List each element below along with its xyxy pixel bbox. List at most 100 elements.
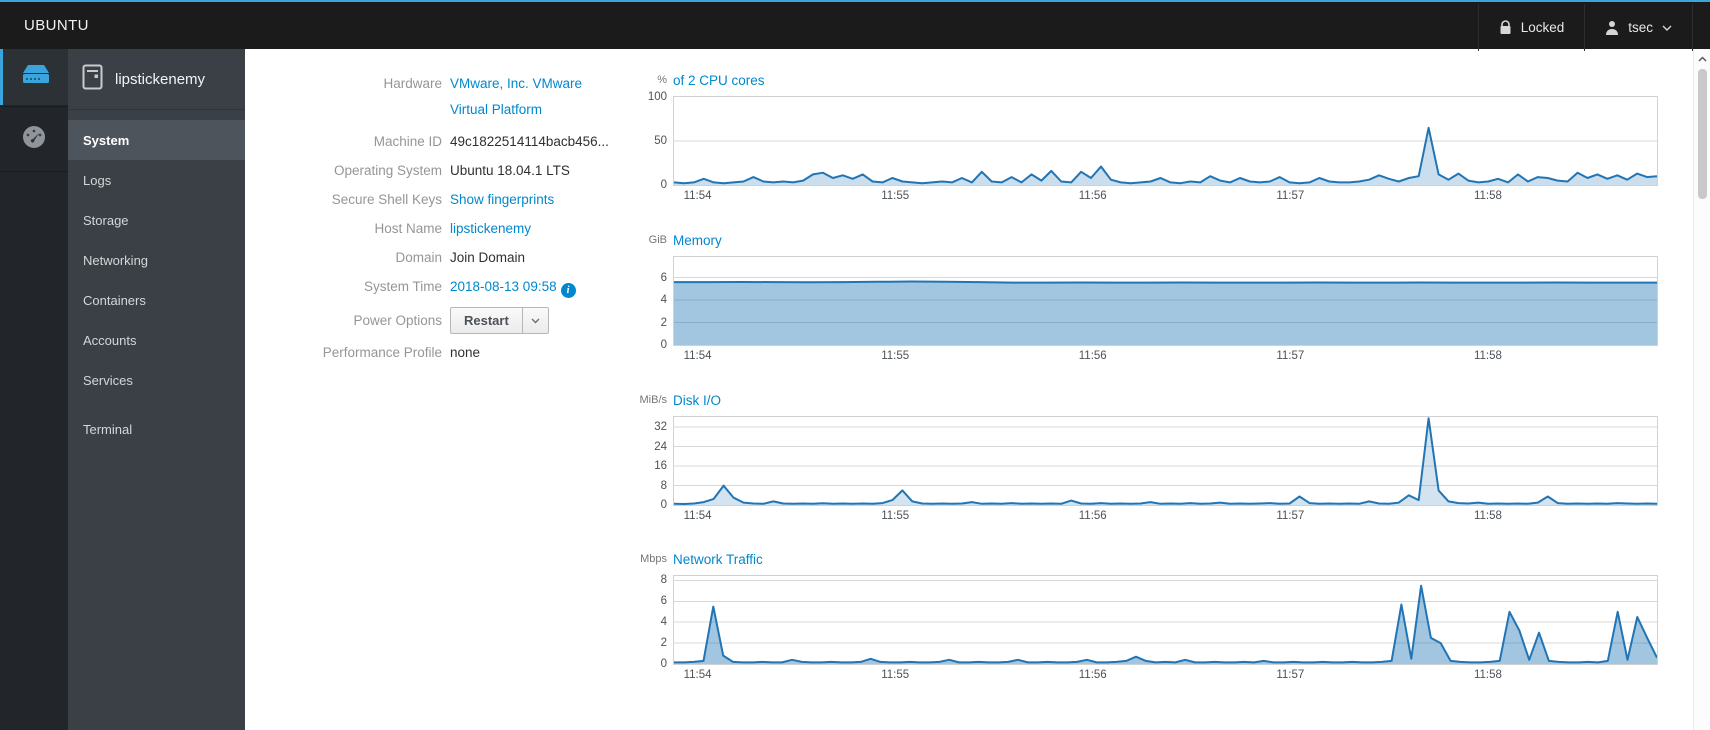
memory-chart-title[interactable]: Memory [673,233,722,248]
domain-label: Domain [395,250,442,265]
x-tick-label: 11:58 [1473,350,1502,362]
x-tick-label: 11:58 [1473,510,1502,522]
y-tick-label: 16 [654,460,667,473]
sidebar-item-storage[interactable]: Storage [68,200,245,240]
cockpit-screen: UBUNTU Locked tsec lipstickenemy System … [0,0,1710,730]
locked-label: Locked [1520,20,1565,35]
network-unit-label: Mbps [640,553,667,565]
y-tick-label: 4 [660,616,667,629]
x-tick-label: 11:57 [1276,190,1305,202]
os-value: Ubuntu 18.04.1 LTS [450,163,570,178]
y-tick-label: 8 [660,479,667,492]
machine-id-label: Machine ID [373,134,442,149]
sidebar-nav: System Logs Storage Networking Container… [68,120,245,449]
y-tick-label: 0 [660,499,667,511]
machine-button[interactable] [0,49,68,105]
locked-button[interactable]: Locked [1477,4,1585,51]
ssh-keys-label: Secure Shell Keys [331,192,442,207]
x-tick-label: 11:56 [1078,669,1107,681]
performance-profile-value: none [450,345,481,360]
y-tick-label: 0 [660,179,667,191]
cpu-unit-label: % [657,74,667,86]
memory-unit-label: GiB [648,234,667,246]
y-tick-label: 2 [660,637,667,650]
show-fingerprints-link[interactable]: Show fingerprints [450,190,554,210]
chevron-down-icon [531,318,540,323]
restart-split-button: Restart [450,307,549,334]
disk-io-plot-area[interactable] [673,416,1658,506]
chevron-down-icon [1662,25,1672,31]
hostname-label: Host Name [374,221,442,236]
navbar-right: Locked tsec [1477,4,1693,51]
cpu-chart: % of 2 CPU cores 0 50 100 11:54 11:55 11:56 11… [575,70,1691,210]
user-menu[interactable]: tsec [1584,4,1693,51]
memory-plot-area[interactable] [673,256,1658,346]
brand-title: UBUNTU [24,17,89,34]
x-tick-label: 11:58 [1473,190,1502,202]
hardware-label: Hardware [383,76,442,91]
x-tick-label: 11:57 [1276,510,1305,522]
x-tick-label: 11:54 [683,190,712,202]
machine-rail [0,49,68,730]
dashboard-button[interactable] [0,106,68,172]
disk-io-chart-title[interactable]: Disk I/O [673,393,721,408]
x-tick-label: 11:55 [881,190,910,202]
x-tick-label: 11:55 [881,350,910,362]
lock-icon [1499,20,1512,35]
performance-profile-label: Performance Profile [322,345,442,360]
scrollbar-thumb[interactable] [1698,69,1707,199]
y-tick-label: 8 [660,574,667,587]
network-traffic-chart: Mbps Network Traffic 0 2 4 6 8 11:54 11:55 11:5… [575,549,1691,689]
top-navbar: UBUNTU Locked tsec [0,0,1710,51]
host-icon [82,64,103,95]
network-chart-title[interactable]: Network Traffic [673,552,763,567]
x-tick-label: 11:54 [683,510,712,522]
cpu-chart-title[interactable]: of 2 CPU cores [673,73,765,88]
scroll-up-arrow[interactable] [1697,52,1708,63]
y-tick-label: 0 [660,339,667,351]
host-header[interactable]: lipstickenemy [68,49,245,110]
restart-dropdown-toggle[interactable] [521,308,548,333]
x-tick-label: 11:54 [683,669,712,681]
y-tick-label: 6 [660,595,667,608]
disk-io-unit-label: MiB/s [639,394,668,406]
network-plot-area[interactable] [673,575,1658,665]
hardware-link[interactable]: VMware, Inc. VMware Virtual Platform [450,76,582,117]
vertical-scrollbar [1693,49,1710,730]
dashboard-gauge-icon [20,123,48,156]
system-time-label: System Time [363,279,442,294]
sidebar-item-logs[interactable]: Logs [68,160,245,200]
x-tick-label: 11:55 [881,510,910,522]
memory-chart: GiB Memory 0 2 4 6 11:54 11:55 11:56 11:57 11:58 [575,230,1691,370]
time-info-icon[interactable]: i [560,283,576,298]
join-domain-value[interactable]: Join Domain [450,248,525,268]
sidebar-item-terminal[interactable]: Terminal [68,409,245,449]
hardware-value: VMware, Inc. VMware Virtual Platform [450,71,582,123]
y-tick-label: 32 [654,421,667,434]
system-time-value: 2018-08-13 09:58 i [450,277,576,298]
x-tick-label: 11:58 [1473,669,1502,681]
x-tick-label: 11:56 [1078,190,1107,202]
sidebar-item-services[interactable]: Services [68,360,245,400]
y-tick-label: 2 [660,316,667,329]
sidebar-item-networking[interactable]: Networking [68,240,245,280]
x-tick-label: 11:57 [1276,669,1305,681]
y-tick-label: 100 [647,91,667,103]
restart-button[interactable]: Restart [451,308,522,333]
x-tick-label: 11:57 [1276,350,1305,362]
sidebar-item-accounts[interactable]: Accounts [68,320,245,360]
system-time-link[interactable]: 2018-08-13 09:58 [450,279,557,294]
x-tick-label: 11:56 [1078,350,1107,362]
power-options-label: Power Options [353,312,442,328]
cpu-plot-area[interactable] [673,96,1658,186]
x-tick-label: 11:55 [881,669,910,681]
x-tick-label: 11:54 [683,350,712,362]
y-tick-label: 24 [654,440,667,453]
disk-io-chart: MiB/s Disk I/O 0 8 16 24 32 11:54 11:55 11:56 11… [575,390,1691,530]
user-name: tsec [1628,20,1653,35]
sidebar-item-system[interactable]: System [68,120,245,160]
sidebar-item-containers[interactable]: Containers [68,280,245,320]
hostname-link[interactable]: lipstickenemy [450,219,531,239]
server-icon [21,64,51,91]
host-name: lipstickenemy [115,70,206,88]
